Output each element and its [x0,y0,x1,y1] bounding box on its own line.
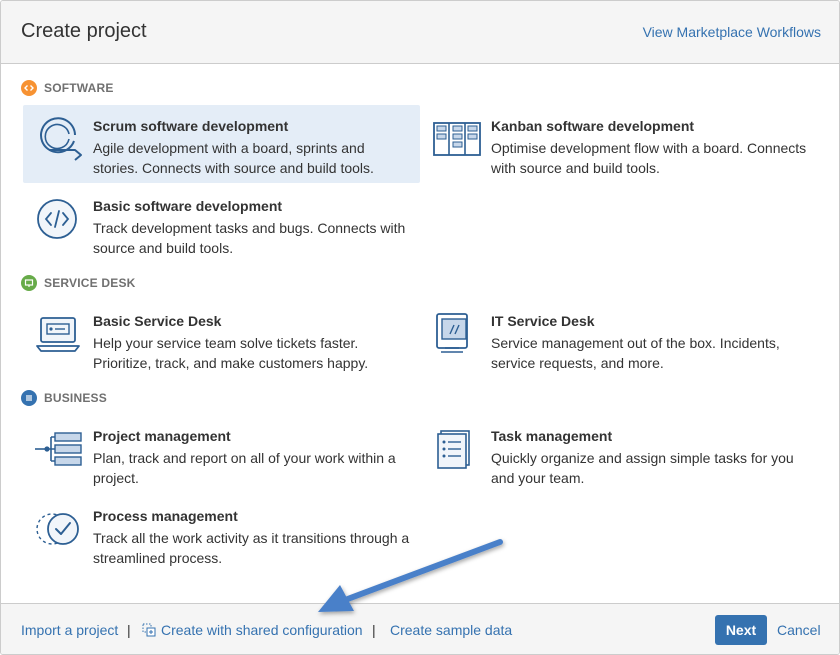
create-sample-data-link[interactable]: Create sample data [390,622,512,638]
project-description: Plan, track and report on all of your wo… [93,450,396,486]
project-type-list: SOFTWARE Scrum software development Agil… [1,65,839,603]
project-name: Basic Service Desk [93,313,222,329]
import-project-link[interactable]: Import a project [21,622,118,638]
project-description: Service management out of the box. Incid… [491,335,780,371]
create-project-dialog: Create project View Marketplace Workflow… [0,0,840,655]
project-basic-software[interactable]: Basic software development Track develop… [23,185,420,263]
section-label: SERVICE DESK [44,276,136,290]
kanban-board-icon [433,122,481,156]
project-project-management[interactable]: Project management Plan, track and repor… [23,415,420,493]
section-business: BUSINESS [21,388,107,408]
monitor-icon [21,275,37,291]
checklist-icon [437,430,470,469]
section-label: BUSINESS [44,391,107,405]
project-name: IT Service Desk [491,313,595,329]
project-name: Basic software development [93,198,283,214]
section-service-desk: SERVICE DESK [21,273,136,293]
project-description: Track all the work activity as it transi… [93,530,410,566]
create-with-shared-configuration-link[interactable]: Create with shared configuration [161,622,363,638]
project-description: Track development tasks and bugs. Connec… [93,220,406,256]
next-button[interactable]: Next [715,615,767,645]
separator: | [372,622,376,638]
scrum-cycle-icon [40,117,82,161]
separator: | [127,622,131,638]
project-name: Kanban software development [491,118,695,134]
list-icon [21,390,37,406]
dialog-footer: Import a project | Create with shared co… [1,603,839,654]
project-description: Quickly organize and assign simple tasks… [491,450,794,486]
dialog-header: Create project View Marketplace Workflow… [1,1,839,64]
project-description: Agile development with a board, sprints … [93,140,374,176]
project-name: Project management [93,428,231,444]
laptop-ticket-icon [36,317,80,352]
project-basic-service-desk[interactable]: Basic Service Desk Help your service tea… [23,300,420,378]
project-description: Optimise development flow with a board. … [491,140,807,176]
project-kanban[interactable]: Kanban software development Optimise dev… [421,105,818,183]
desktop-monitor-icon [436,313,468,353]
project-name: Scrum software development [93,118,289,134]
project-description: Help your service team solve tickets fas… [93,335,369,371]
project-name: Process management [93,508,238,524]
project-scrum[interactable]: Scrum software development Agile develop… [23,105,420,183]
code-icon [21,80,37,96]
code-circle-icon [37,199,77,239]
dialog-title: Create project [21,20,147,42]
section-software: SOFTWARE [21,78,114,98]
project-name: Task management [491,428,613,444]
shared-configuration-icon [142,623,156,637]
hierarchy-icon [35,432,82,466]
project-it-service-desk[interactable]: IT Service Desk Service management out o… [421,300,818,378]
view-marketplace-workflows-link[interactable]: View Marketplace Workflows [643,24,821,40]
process-check-icon [36,513,79,545]
section-label: SOFTWARE [44,81,114,95]
project-task-management[interactable]: Task management Quickly organize and ass… [421,415,818,493]
project-process-management[interactable]: Process management Track all the work ac… [23,495,420,573]
cancel-link[interactable]: Cancel [777,622,821,638]
